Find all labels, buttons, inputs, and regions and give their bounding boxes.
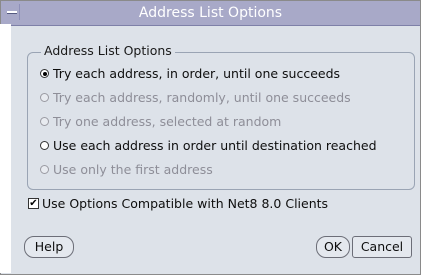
radio-label: Try each address, in order, until one su… bbox=[53, 66, 341, 81]
radio-label: Try one address, selected at random bbox=[53, 114, 282, 129]
radio-try-each-in-order[interactable]: Try each address, in order, until one su… bbox=[40, 64, 340, 84]
radio-icon bbox=[40, 93, 49, 102]
radio-label: Use only the first address bbox=[53, 162, 213, 177]
radio-icon bbox=[40, 141, 49, 150]
radio-selected-icon bbox=[40, 69, 49, 78]
radio-icon bbox=[40, 165, 49, 174]
radio-try-one-random: Try one address, selected at random bbox=[40, 112, 281, 132]
radio-use-only-first: Use only the first address bbox=[40, 160, 213, 180]
window-title: Address List Options bbox=[138, 5, 283, 21]
ok-button[interactable]: OK bbox=[316, 236, 350, 258]
radio-label: Use each address in order until destinat… bbox=[53, 138, 377, 153]
radio-label: Try each address, randomly, until one su… bbox=[53, 90, 351, 105]
compat-checkbox[interactable]: ✔ Use Options Compatible with Net8 8.0 Cl… bbox=[28, 194, 328, 214]
compat-checkbox-label: Use Options Compatible with Net8 8.0 Cli… bbox=[42, 196, 329, 211]
radio-icon bbox=[40, 117, 49, 126]
radio-use-each-until-destination[interactable]: Use each address in order until destinat… bbox=[40, 136, 377, 156]
group-legend: Address List Options bbox=[41, 42, 175, 59]
cancel-button[interactable]: Cancel bbox=[352, 236, 412, 258]
window-left-edge bbox=[0, 24, 11, 273]
title-bar[interactable]: Address List Options bbox=[1, 1, 420, 26]
radio-try-each-randomly: Try each address, randomly, until one su… bbox=[40, 88, 351, 108]
checkmark-icon[interactable]: ✔ bbox=[28, 198, 39, 209]
help-button[interactable]: Help bbox=[24, 236, 74, 258]
